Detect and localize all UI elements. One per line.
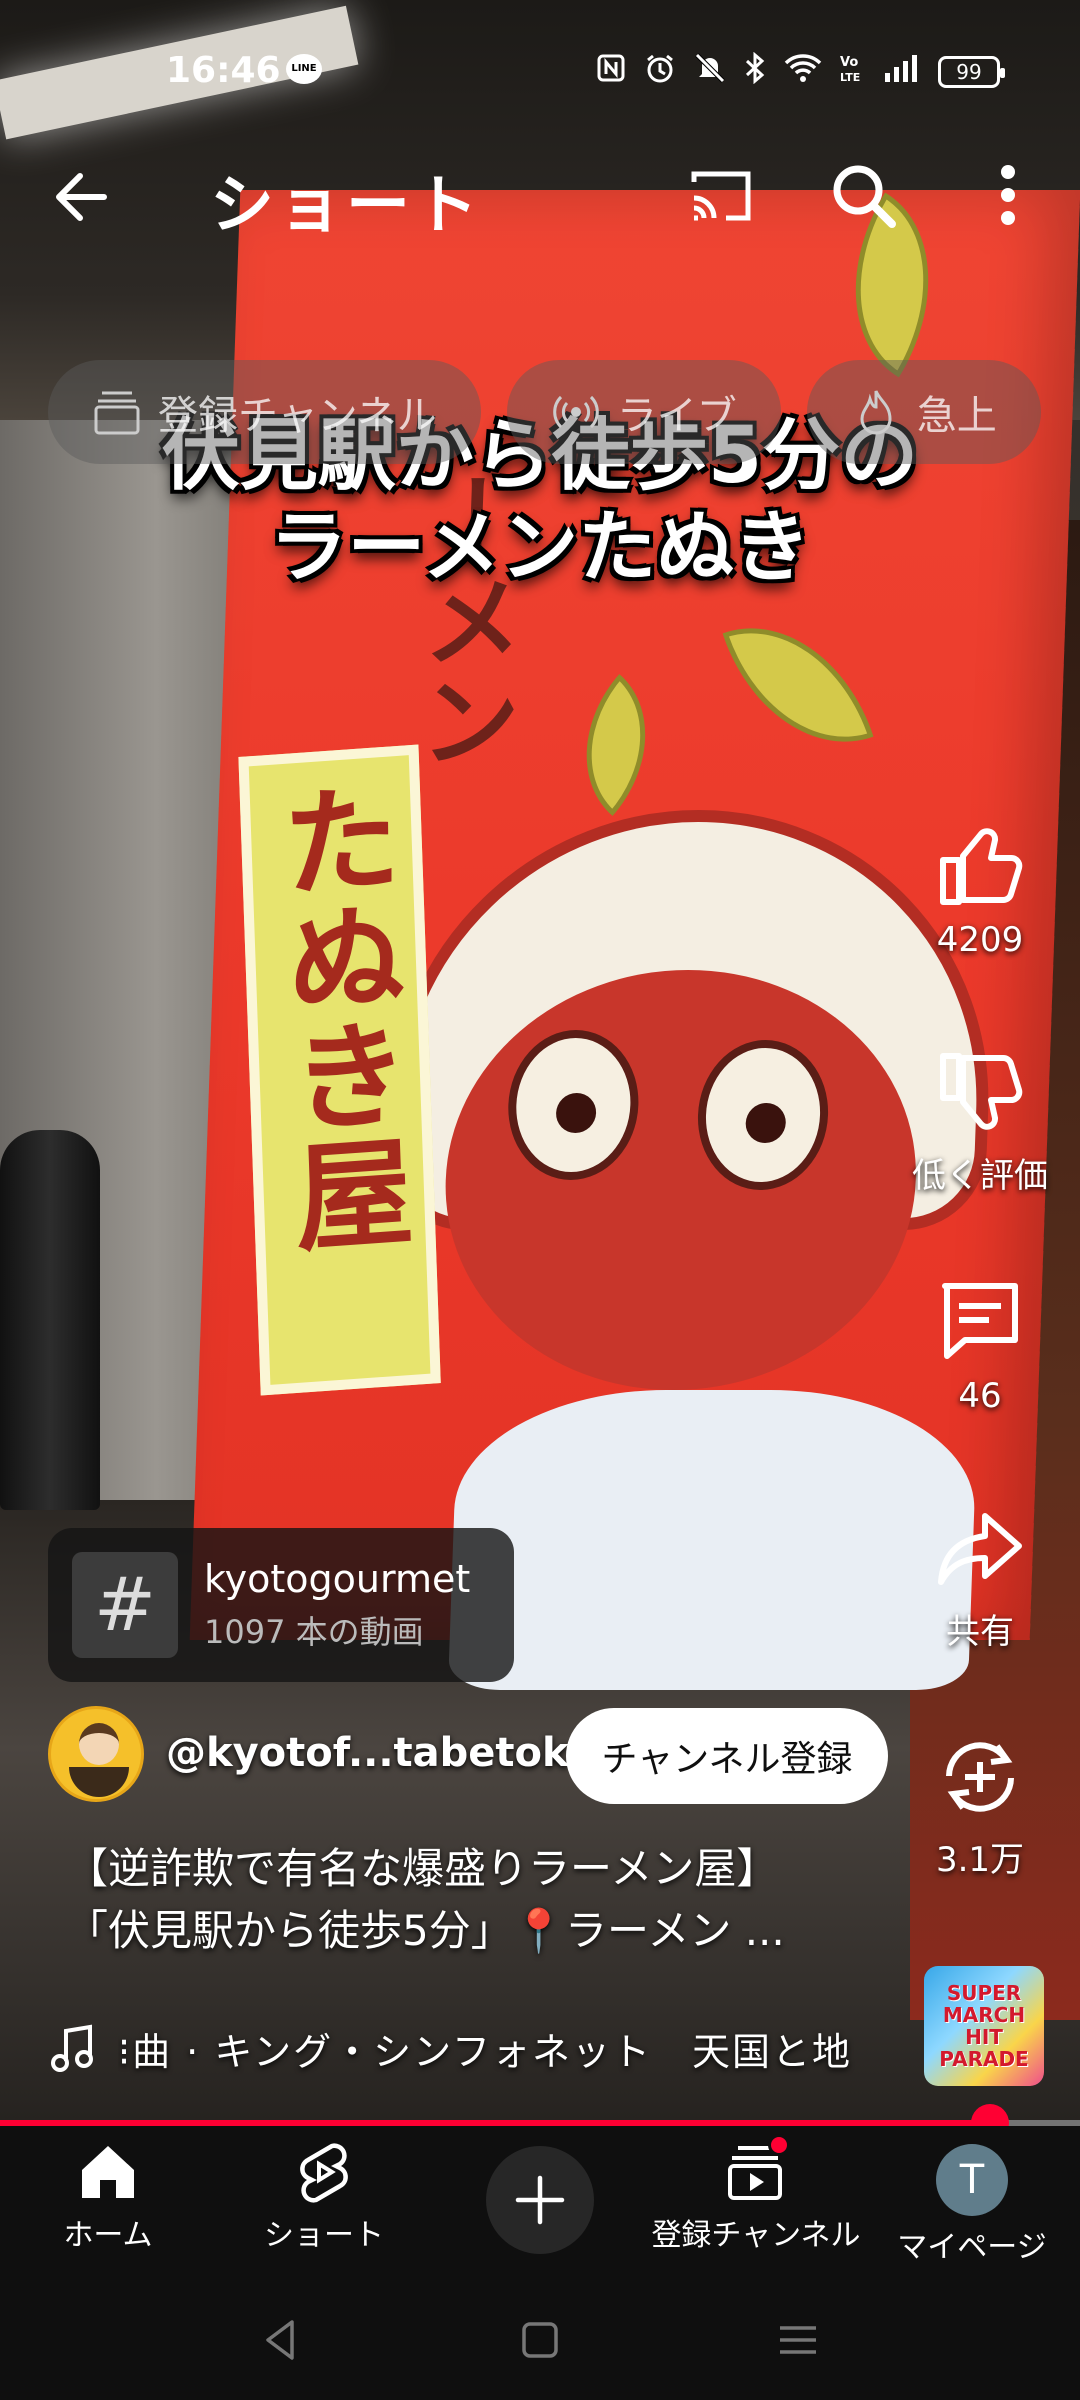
remix-icon (946, 1742, 1014, 1812)
title-line-2: 「伏見駅から徒歩5分」📍ラーメン ... (66, 1906, 785, 1955)
dislike-label: 低く評価 (912, 1156, 1048, 1196)
video-title[interactable]: 【逆詐欺で有名な爆盛りラーメン屋】 「伏見駅から徒歩5分」📍ラーメン ... (66, 1838, 886, 1962)
like-count: 4209 (936, 920, 1024, 960)
volte-icon: Vo LTE (840, 52, 866, 92)
status-time: 16:46 (166, 50, 281, 91)
page-title: ショート (210, 169, 482, 243)
channel-row: @kyotof...tabetoku チャンネル登録 (48, 1706, 908, 1806)
back-arrow-icon (56, 173, 107, 221)
music-thumb-text: SUPER MARCH HIT PARADE (939, 1981, 1029, 2071)
system-home-button[interactable] (510, 2310, 570, 2370)
leaf-decoration (722, 595, 874, 775)
music-row[interactable]: ⁝曲 · キング・シンフォネット 天国と地 (50, 2018, 910, 2078)
create-button[interactable] (486, 2146, 594, 2254)
more-options-button[interactable] (978, 160, 1038, 230)
share-label: 共有 (946, 1612, 1014, 1652)
share-icon (938, 1513, 1022, 1585)
remix-button[interactable]: 3.1万 (880, 1732, 1080, 1881)
subscriptions-icon (94, 391, 140, 435)
chip-label: ライブ (616, 393, 737, 439)
like-button[interactable]: 4209 (880, 820, 1080, 960)
filter-chips: 登録チャンネル ライブ 急上 (48, 360, 1041, 464)
cast-button[interactable] (686, 164, 756, 228)
chip-subscriptions[interactable]: 登録チャンネル (48, 360, 481, 464)
line-app-icon: LINE (286, 54, 322, 84)
remix-count: 3.1万 (935, 1840, 1025, 1880)
chip-live[interactable]: ライブ (506, 360, 781, 464)
nfc-icon (596, 53, 626, 91)
thumb-down-icon (940, 1053, 1023, 1130)
tanuki-eye-right (695, 1040, 831, 1190)
search-icon (833, 165, 896, 228)
status-icons: Vo LTE 99 (596, 51, 1005, 92)
chip-trending[interactable]: 急上 (806, 360, 1041, 464)
avatar-head (79, 1723, 119, 1765)
share-button[interactable]: 共有 (880, 1504, 1080, 1653)
nav-home[interactable]: ホーム (0, 2140, 216, 2254)
nav-my-page[interactable]: T マイページ (864, 2140, 1080, 2266)
nav-shorts[interactable]: ショート (216, 2140, 432, 2254)
create-icon (515, 2175, 565, 2225)
nav-subscriptions-label: 登録チャンネル (651, 2218, 861, 2253)
menu-recents-icon (780, 2326, 816, 2354)
caption-line-2: ラーメンたぬき (269, 503, 811, 593)
nav-subscriptions[interactable]: 登録チャンネル (648, 2134, 864, 2254)
trending-icon (860, 390, 892, 435)
nav-shorts-label: ショート (264, 2218, 384, 2253)
shorts-icon (300, 2143, 348, 2203)
alarm-icon (644, 52, 676, 92)
bottom-navigation: ホーム ショート 登録チャンネル T マイページ (0, 2126, 1080, 2280)
music-title: ⁝曲 · キング・シンフォネット 天国と地 (118, 2029, 853, 2074)
music-thumbnail[interactable]: SUPER MARCH HIT PARADE (924, 1966, 1044, 2086)
hashtag-icon: # (72, 1552, 178, 1658)
system-back-button[interactable] (252, 2310, 312, 2370)
square-home-icon (522, 2322, 558, 2358)
wifi-icon (784, 53, 822, 91)
signal-icon (884, 53, 920, 91)
thumb-up-icon (940, 828, 1023, 905)
chip-label: 急上 (916, 393, 997, 439)
more-vert-icon (1001, 165, 1015, 225)
hashtag-card[interactable]: # kyotogourmet 1097 本の動画 (48, 1528, 514, 1682)
svg-text:LTE: LTE (840, 71, 860, 84)
hashtag-video-count: 1097 本の動画 (204, 1613, 424, 1651)
music-note-icon (51, 2024, 93, 2072)
comment-icon (942, 1283, 1018, 1359)
shop-name-text: たぬき屋 (260, 775, 416, 1257)
comment-count: 46 (958, 1376, 1002, 1416)
top-app-bar: ショート (0, 140, 1080, 250)
bluetooth-icon (744, 51, 766, 92)
channel-handle[interactable]: @kyotof...tabetoku (166, 1730, 597, 1776)
nav-subscriptions-icon-wrap (724, 2134, 790, 2204)
hashtag-name: kyotogourmet (204, 1557, 471, 1601)
live-icon (553, 395, 599, 429)
subscribe-button[interactable]: チャンネル登録 (566, 1708, 888, 1804)
title-line-1: 【逆詐欺で有名な爆盛りラーメン屋】 (66, 1844, 779, 1893)
triangle-back-icon (266, 2320, 294, 2360)
battery-icon: 99 (938, 56, 1005, 88)
system-recents-button[interactable] (768, 2310, 828, 2370)
notification-dot (768, 2134, 790, 2156)
dislike-button[interactable]: 低く評価 (880, 1048, 1080, 1197)
chip-label: 登録チャンネル (158, 393, 437, 439)
nav-home-label: ホーム (63, 2218, 153, 2253)
leaf-decoration (545, 673, 687, 817)
avatar-bowl (69, 1767, 129, 1797)
video-umbrellas (0, 1130, 100, 1510)
svg-text:Vo: Vo (840, 55, 858, 70)
home-icon (82, 2146, 134, 2198)
status-bar: 16:46 LINE Vo LTE 99 (0, 38, 1080, 108)
comments-button[interactable]: 46 (880, 1276, 1080, 1416)
hashtag-text: kyotogourmet 1097 本の動画 (204, 1557, 470, 1653)
back-button[interactable] (48, 162, 118, 232)
shop-name-plate: たぬき屋 (238, 744, 441, 1396)
nav-my-page-label: マイページ (897, 2230, 1047, 2265)
search-button[interactable] (828, 160, 898, 230)
channel-avatar[interactable] (48, 1706, 144, 1802)
mute-icon (694, 52, 726, 92)
cast-icon (691, 171, 751, 221)
tanuki-eye-left (505, 1030, 641, 1180)
profile-avatar: T (936, 2144, 1008, 2216)
system-navigation-bar (0, 2280, 1080, 2400)
